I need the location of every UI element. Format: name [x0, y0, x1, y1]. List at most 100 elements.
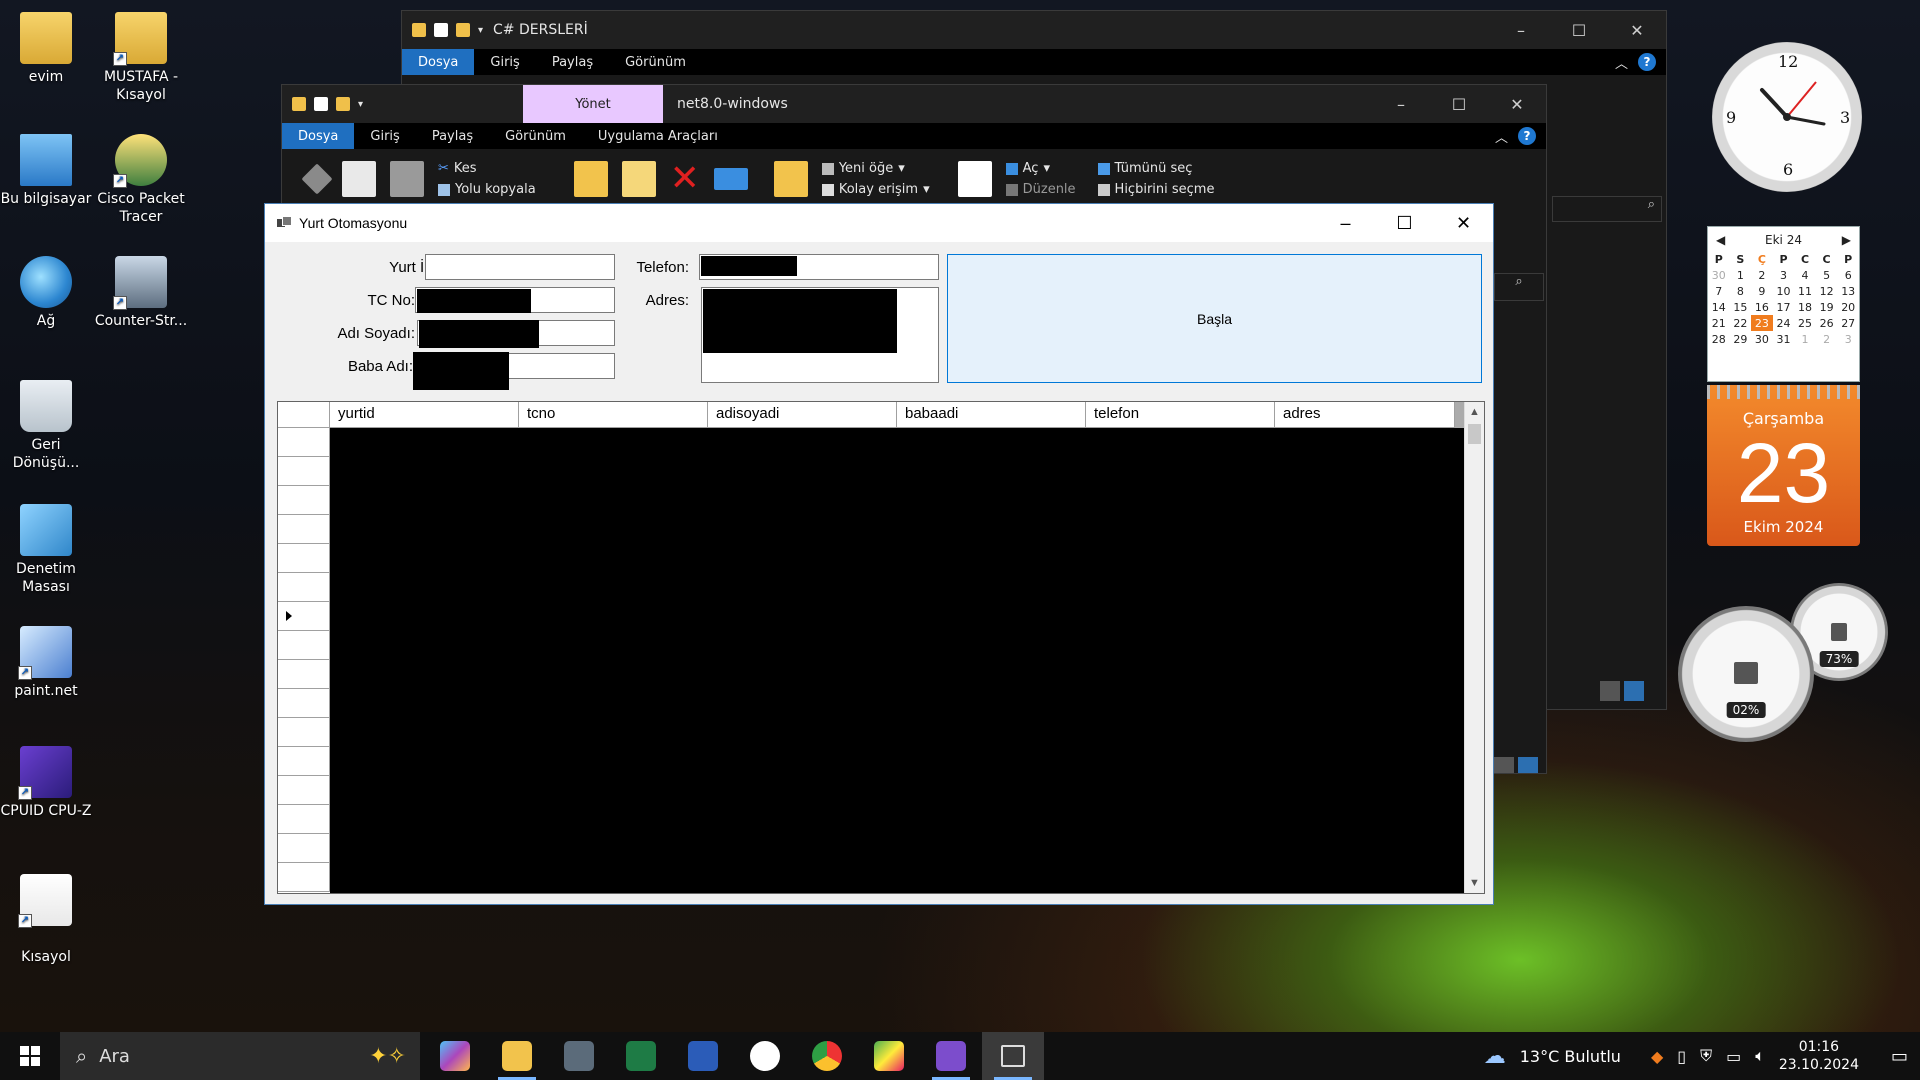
- details-view-icon[interactable]: [1494, 757, 1514, 773]
- calendar-day[interactable]: 25: [1794, 315, 1816, 331]
- yurt-id-input[interactable]: [426, 255, 614, 279]
- calendar-day[interactable]: 11: [1794, 283, 1816, 299]
- row-header[interactable]: [278, 689, 330, 718]
- column-header-adres[interactable]: adres: [1275, 402, 1455, 428]
- calendar-day[interactable]: 2: [1751, 267, 1773, 283]
- calendar-day[interactable]: 30: [1708, 267, 1730, 283]
- taskbar-chrome[interactable]: [796, 1032, 858, 1080]
- tab-uygulama-araclari[interactable]: Uygulama Araçları: [582, 123, 734, 149]
- minimize-button[interactable]: –: [1316, 204, 1375, 242]
- edit-button[interactable]: Düzenle: [1005, 182, 1076, 197]
- tab-dosya[interactable]: Dosya: [282, 123, 355, 149]
- copy-icon[interactable]: [342, 161, 376, 197]
- calendar-day[interactable]: 5: [1816, 267, 1838, 283]
- prev-month-icon[interactable]: ◀: [1716, 233, 1725, 247]
- row-header[interactable]: [278, 660, 330, 689]
- chevron-up-icon[interactable]: ︿: [1615, 53, 1628, 72]
- row-header[interactable]: [278, 834, 330, 863]
- calendar-day[interactable]: 1: [1730, 267, 1752, 283]
- row-header[interactable]: [278, 805, 330, 834]
- date-card-gadget[interactable]: Çarşamba 23 Ekim 2024: [1707, 385, 1860, 546]
- desktop-icon-cisco[interactable]: ↗ Cisco Packet Tracer: [91, 134, 191, 226]
- taskbar-visual-studio[interactable]: [920, 1032, 982, 1080]
- tab-gorunum[interactable]: Görünüm: [609, 49, 702, 75]
- minimize-button[interactable]: –: [1492, 11, 1550, 49]
- row-header[interactable]: [278, 631, 330, 660]
- title-bar[interactable]: ▾ Yönet net8.0-windows – ☐ ✕: [282, 85, 1546, 123]
- maximize-button[interactable]: ☐: [1375, 204, 1434, 242]
- calendar-day[interactable]: 15: [1730, 299, 1752, 315]
- calendar-day[interactable]: 21: [1708, 315, 1730, 331]
- easy-access-button[interactable]: Kolay erişim ▾: [821, 182, 930, 197]
- calendar-day[interactable]: 13: [1837, 283, 1859, 299]
- scroll-up-arrow-icon[interactable]: ▲: [1465, 402, 1484, 422]
- tab-paylas[interactable]: Paylaş: [416, 123, 489, 149]
- desktop-icon-network[interactable]: Ağ: [0, 256, 96, 330]
- desktop-icon-this-pc[interactable]: Bu bilgisayar: [0, 134, 96, 208]
- clock[interactable]: 01:16 23.10.2024: [1779, 1038, 1859, 1074]
- properties-icon[interactable]: [434, 23, 448, 37]
- notifications-icon[interactable]: ▭: [1891, 1046, 1908, 1067]
- calendar-day[interactable]: 14: [1708, 299, 1730, 315]
- desktop-icon-recycle-bin[interactable]: Geri Dönüşü...: [0, 380, 96, 472]
- column-header-tcno[interactable]: tcno: [519, 402, 708, 428]
- delete-icon[interactable]: ✕: [670, 161, 700, 197]
- desktop-icon-cpuz[interactable]: ↗ CPUID CPU-Z: [0, 746, 96, 820]
- taskbar-word[interactable]: [672, 1032, 734, 1080]
- taskbar-snipping-tool[interactable]: [858, 1032, 920, 1080]
- yurt-otomasyonu-window[interactable]: Yurt Otomasyonu – ☐ ✕ Yurt İD TC No: Adı…: [264, 203, 1494, 905]
- row-header[interactable]: [278, 515, 330, 544]
- calendar-day[interactable]: 16: [1751, 299, 1773, 315]
- calendar-day[interactable]: 24: [1773, 315, 1795, 331]
- front-explorer-search-box[interactable]: ⌕: [1494, 273, 1544, 301]
- vertical-scrollbar[interactable]: ▲ ▼: [1464, 402, 1484, 893]
- calendar-day[interactable]: 20: [1837, 299, 1859, 315]
- title-bar[interactable]: Yurt Otomasyonu – ☐ ✕: [265, 204, 1493, 242]
- calendar-day[interactable]: 7: [1708, 283, 1730, 299]
- security-shield-icon[interactable]: ⛨: [1700, 1046, 1712, 1066]
- desktop-icon-mustafa[interactable]: ↗ MUSTAFA - Kısayol: [91, 12, 191, 104]
- calendar-day[interactable]: 19: [1816, 299, 1838, 315]
- calendar-day-today[interactable]: 23: [1751, 315, 1773, 331]
- calendar-day[interactable]: 8: [1730, 283, 1752, 299]
- column-header-yurtid[interactable]: yurtid: [330, 402, 519, 428]
- calendar-day[interactable]: 17: [1773, 299, 1795, 315]
- tab-gorunum[interactable]: Görünüm: [489, 123, 582, 149]
- basla-button[interactable]: Başla: [947, 254, 1482, 383]
- weather-cloud-icon[interactable]: ☁: [1484, 1044, 1506, 1069]
- row-header[interactable]: [278, 863, 330, 892]
- calendar-day[interactable]: 18: [1794, 299, 1816, 315]
- scroll-thumb[interactable]: [1468, 424, 1481, 444]
- calendar-day[interactable]: 6: [1837, 267, 1859, 283]
- select-none-button[interactable]: Hiçbirini seçme: [1097, 182, 1214, 197]
- row-header-current[interactable]: [278, 602, 330, 631]
- tab-paylas[interactable]: Paylaş: [536, 49, 609, 75]
- calendar-day[interactable]: 9: [1751, 283, 1773, 299]
- desktop-icon-control-panel[interactable]: Denetim Masası: [0, 504, 96, 596]
- back-explorer-search-box[interactable]: ⌕: [1552, 196, 1662, 222]
- chevron-up-icon[interactable]: ︿: [1495, 127, 1508, 146]
- copy-path-button[interactable]: Yolu kopyala: [438, 182, 536, 197]
- maximize-button[interactable]: ☐: [1430, 85, 1488, 123]
- taskbar-yurt-otomasyonu[interactable]: [982, 1032, 1044, 1080]
- column-header-adisoyadi[interactable]: adisoyadi: [708, 402, 897, 428]
- row-header[interactable]: [278, 457, 330, 486]
- select-all-button[interactable]: Tümünü seç: [1097, 161, 1215, 176]
- help-icon[interactable]: ?: [1518, 127, 1536, 145]
- large-icons-view-icon[interactable]: [1624, 681, 1644, 701]
- quick-access-toolbar[interactable]: ▾: [412, 23, 483, 37]
- desktop-icon-counter-strike[interactable]: ↗ Counter-Str...: [91, 256, 191, 330]
- close-button[interactable]: ✕: [1434, 204, 1493, 242]
- calendar-day[interactable]: 22: [1730, 315, 1752, 331]
- calendar-day[interactable]: 26: [1816, 315, 1838, 331]
- cpu-gauge-gadget[interactable]: 02%: [1678, 606, 1814, 742]
- quick-access-toolbar[interactable]: ▾: [292, 97, 363, 111]
- students-data-grid[interactable]: yurtid tcno adisoyadi babaadi telefon ad…: [277, 401, 1485, 894]
- cut-button[interactable]: ✂ Kes: [438, 161, 536, 176]
- details-view-icon[interactable]: [1600, 681, 1620, 701]
- taskbar-file-explorer[interactable]: [486, 1032, 548, 1080]
- calendar-day[interactable]: 31: [1773, 331, 1795, 347]
- calendar-day[interactable]: 2: [1816, 331, 1838, 347]
- calendar-day[interactable]: 3: [1773, 267, 1795, 283]
- new-folder-ribbon-icon[interactable]: [773, 161, 808, 197]
